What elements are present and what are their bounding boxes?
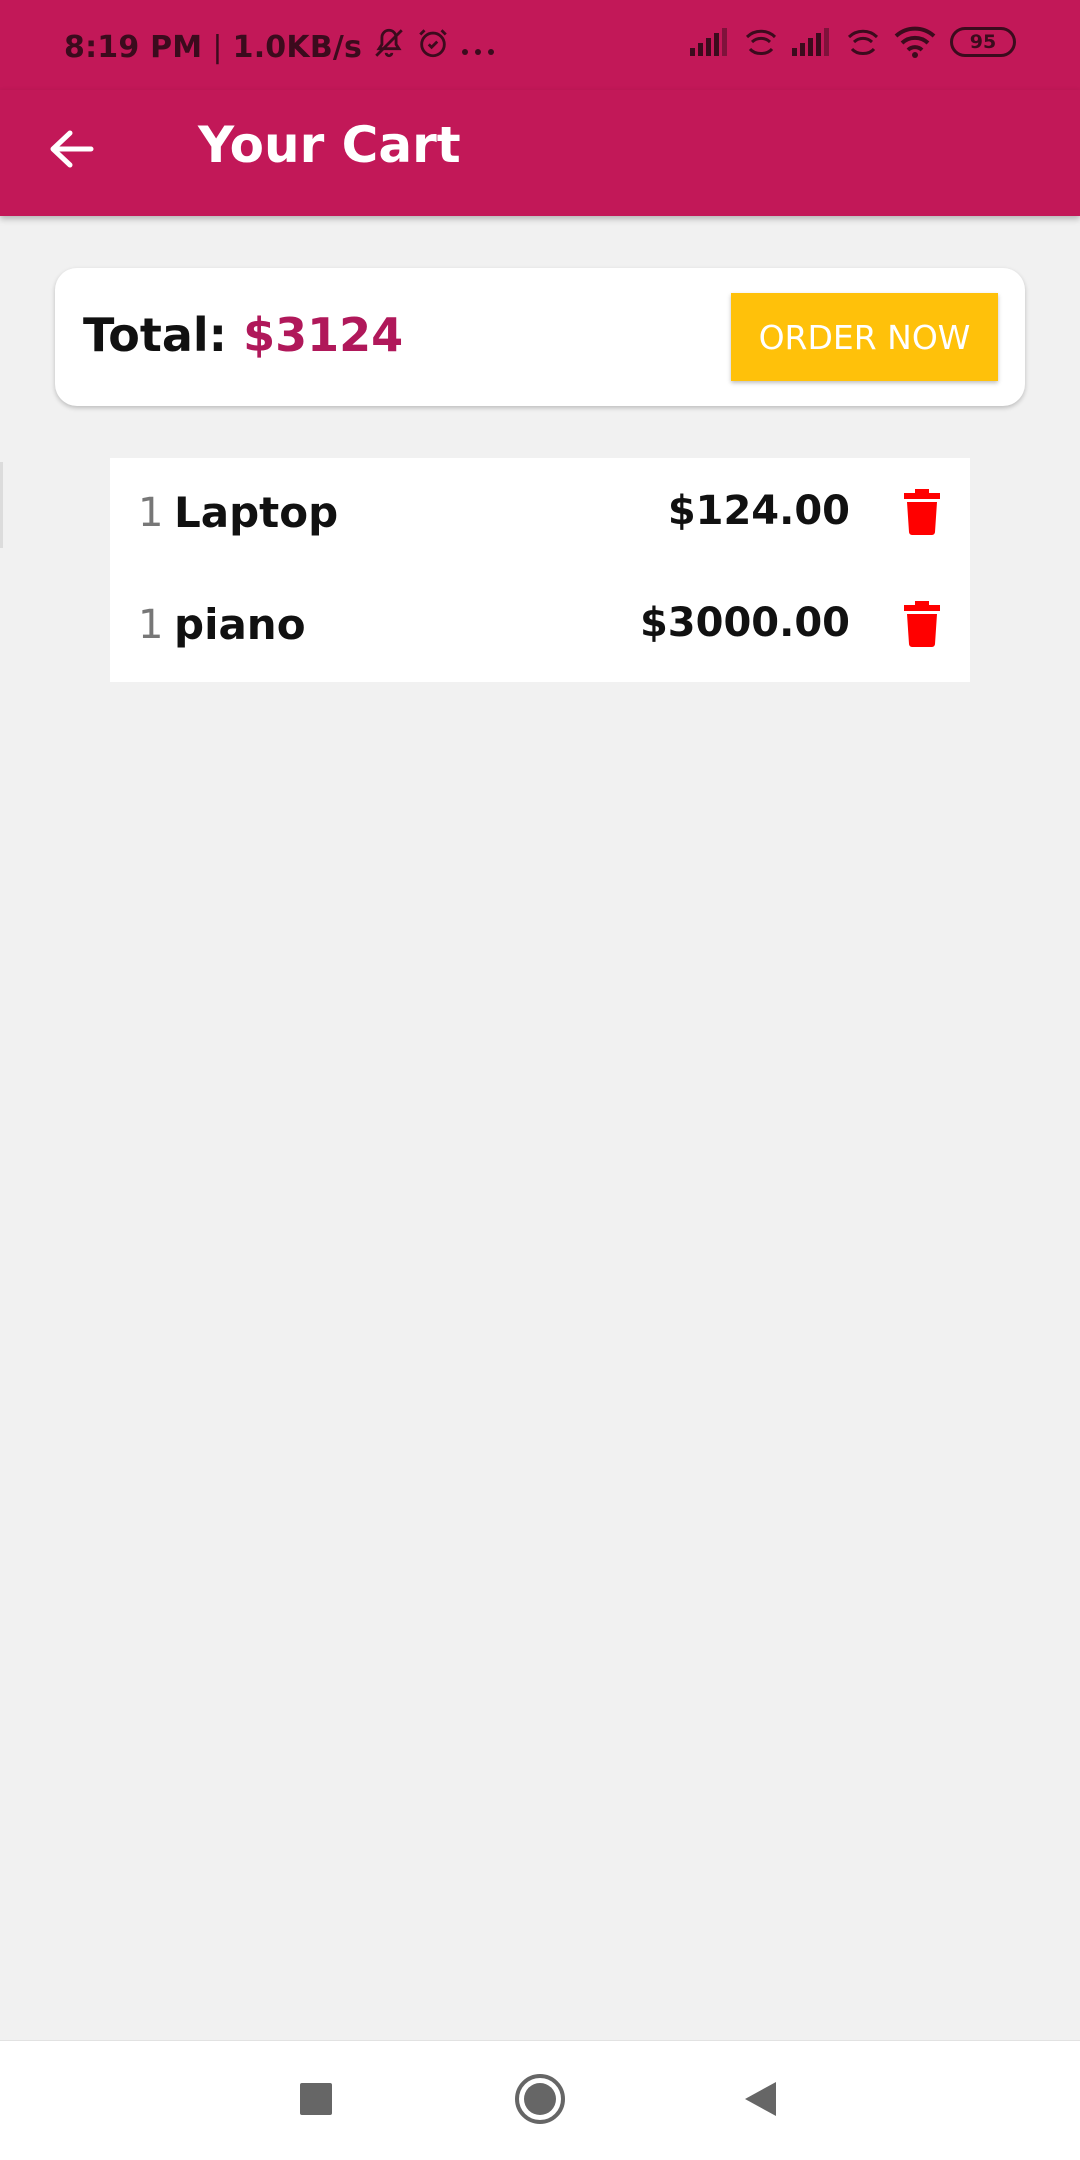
item-name: Laptop <box>174 488 339 537</box>
battery-level: 95 <box>969 31 997 53</box>
back-button[interactable] <box>36 116 106 186</box>
side-divider <box>0 462 3 548</box>
cart-list: 1 Laptop $124.00 1 piano $3000.00 <box>110 458 970 682</box>
trash-icon <box>902 489 942 539</box>
battery-icon: 95 <box>950 27 1016 57</box>
nav-back-button[interactable] <box>730 2071 790 2131</box>
item-name: piano <box>174 600 306 649</box>
item-price: $124.00 <box>667 488 850 534</box>
status-icons: 95 <box>690 26 1016 58</box>
wifi-calling-icon <box>846 27 880 57</box>
home-icon <box>514 2073 566 2129</box>
network-speed: 1.0KB/s <box>232 29 363 65</box>
status-separator: | <box>212 29 223 65</box>
list-item: 1 piano $3000.00 <box>110 570 970 682</box>
wifi-calling-icon <box>744 27 778 57</box>
alarm-icon <box>416 26 450 68</box>
status-left: 8:19 PM | 1.0KB/s <box>64 26 496 68</box>
more-dots-icon <box>460 30 496 65</box>
total-row: Total: $3124 <box>83 308 403 362</box>
order-now-button[interactable]: ORDER NOW <box>731 293 998 381</box>
item-quantity: 1 <box>138 490 164 536</box>
signal-icon <box>690 28 730 56</box>
total-value: $3124 <box>243 308 404 362</box>
page-title: Your Cart <box>198 116 461 174</box>
total-label: Total: <box>83 308 228 362</box>
wifi-icon <box>894 26 936 58</box>
system-nav-bar <box>0 2040 1080 2160</box>
app-bar: Your Cart <box>0 90 1080 216</box>
status-bar: 8:19 PM | 1.0KB/s 95 <box>0 0 1080 90</box>
signal-icon <box>792 28 832 56</box>
item-quantity: 1 <box>138 602 164 648</box>
back-icon <box>742 2080 778 2122</box>
list-item: 1 Laptop $124.00 <box>110 458 970 570</box>
recent-apps-button[interactable] <box>286 2071 346 2131</box>
item-price: $3000.00 <box>639 600 850 646</box>
home-button[interactable] <box>510 2071 570 2131</box>
delete-button[interactable] <box>900 600 944 652</box>
trash-icon <box>902 601 942 651</box>
bell-off-icon <box>372 26 406 68</box>
arrow-left-icon <box>48 129 94 173</box>
delete-button[interactable] <box>900 488 944 540</box>
total-card: Total: $3124 ORDER NOW <box>55 268 1025 406</box>
status-time: 8:19 PM <box>64 29 203 65</box>
recent-apps-icon <box>299 2082 333 2120</box>
